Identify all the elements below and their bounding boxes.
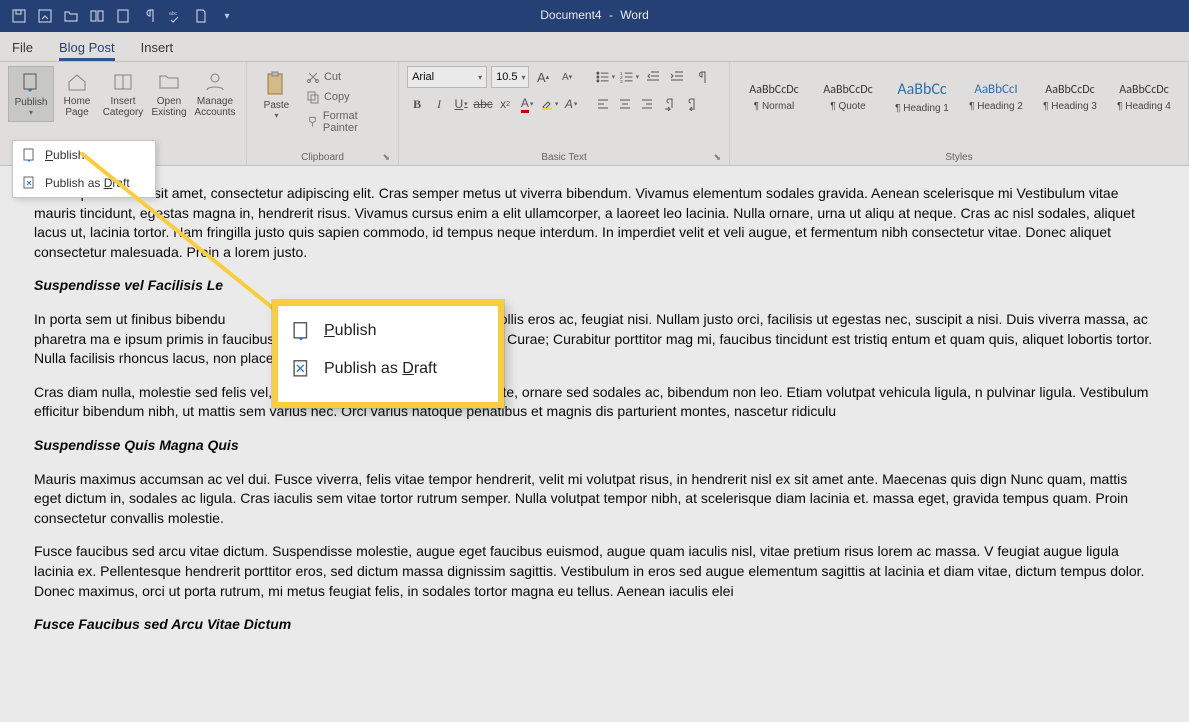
subscript-icon[interactable]: x2 <box>495 94 515 114</box>
paragraph: Lorem ipsum dolor sit amet, consectetur … <box>34 184 1155 262</box>
heading: Fusce Faucibus sed Arcu Vitae Dictum <box>34 615 1155 635</box>
paragraph: Mauris maximus accumsan ac vel dui. Fusc… <box>34 470 1155 529</box>
style---quote[interactable]: AaBbCcDc¶ Quote <box>812 66 884 128</box>
paragraph: In porta sem ut finibus bibenduas, molli… <box>34 310 1155 369</box>
shrink-font-icon[interactable]: A▾ <box>557 67 577 87</box>
align-right-icon[interactable] <box>637 94 657 114</box>
insert-category-button[interactable]: Insert Category <box>100 66 146 122</box>
style---heading-1[interactable]: AaBbCc¶ Heading 1 <box>886 66 958 128</box>
grow-font-icon[interactable]: A▴ <box>533 67 553 87</box>
group-basic-text: Arial▾ 10.5▾ A▴ A▾ ▾ 123▾ B I U▾ abc x2 … <box>399 62 730 165</box>
copy-button[interactable]: Copy <box>306 90 390 104</box>
style---heading-4[interactable]: AaBbCcDc¶ Heading 4 <box>1108 66 1180 128</box>
rtl-icon[interactable] <box>681 94 701 114</box>
bullets-icon[interactable]: ▾ <box>595 67 615 87</box>
open-icon[interactable] <box>58 3 84 29</box>
paragraph-mark-toggle-icon[interactable] <box>691 67 711 87</box>
ribbon: Publish ▾ Home Page Insert Category Open… <box>0 62 1189 166</box>
manage-accounts-button[interactable]: Manage Accounts <box>192 66 238 122</box>
publish-label-rest: ublish <box>53 148 84 162</box>
save-send-icon[interactable] <box>32 3 58 29</box>
open-existing-button[interactable]: Open Existing <box>146 66 192 122</box>
svg-text:abc: abc <box>169 11 178 17</box>
paragraph: Fusce faucibus sed arcu vitae dictum. Su… <box>34 542 1155 601</box>
decrease-indent-icon[interactable] <box>643 67 663 87</box>
publish-menu-item[interactable]: Publish <box>13 141 155 169</box>
group-label-styles: Styles <box>945 152 972 163</box>
increase-indent-icon[interactable] <box>667 67 687 87</box>
italic-icon[interactable]: I <box>429 94 449 114</box>
new-doc-icon[interactable] <box>188 3 214 29</box>
ribbon-tabs: File Blog Post Insert <box>0 32 1189 62</box>
tab-blog-post[interactable]: Blog Post <box>59 34 115 61</box>
cut-button[interactable]: Cut <box>306 70 390 84</box>
publish-as-draft-menu-item[interactable]: Publish as Draft <box>13 169 155 197</box>
font-name-select[interactable]: Arial▾ <box>407 66 487 88</box>
heading: Suspendisse Quis Magna Quis <box>34 436 1155 456</box>
align-center-icon[interactable] <box>615 94 635 114</box>
quick-access-toolbar: abc ▾ Document4 - Word <box>0 0 1189 32</box>
paste-button[interactable]: Paste ▾ <box>255 66 298 124</box>
home-page-button[interactable]: Home Page <box>54 66 100 122</box>
clipboard-launcher-icon[interactable]: ⬊ <box>383 152 391 163</box>
paragraph: Cras diam nulla, molestie sed felis vel,… <box>34 383 1155 422</box>
align-left-icon[interactable] <box>593 94 613 114</box>
heading: Suspendisse vel Facilisis Le <box>34 276 1155 296</box>
style---normal[interactable]: AaBbCcDc¶ Normal <box>738 66 810 128</box>
font-color-icon[interactable]: A▾ <box>517 94 537 114</box>
font-size-select[interactable]: 10.5▾ <box>491 66 529 88</box>
highlight-icon[interactable]: ▾ <box>539 94 559 114</box>
basictext-launcher-icon[interactable]: ⬊ <box>713 152 721 163</box>
group-label-clipboard: Clipboard <box>301 152 344 163</box>
publish-menu-item-zoom[interactable]: Publish <box>282 312 494 350</box>
publish-as-draft-menu-item-zoom[interactable]: Publish as Draft <box>282 350 494 388</box>
publish-dropdown: Publish Publish as Draft <box>12 140 156 198</box>
document-body[interactable]: Lorem ipsum dolor sit amet, consectetur … <box>0 166 1189 667</box>
save-icon[interactable] <box>6 3 32 29</box>
spellcheck-icon[interactable]: abc <box>162 3 188 29</box>
window-title: Document4 - Word <box>538 8 651 22</box>
publish-button[interactable]: Publish ▾ <box>8 66 54 122</box>
bold-icon[interactable]: B <box>407 94 427 114</box>
numbering-icon[interactable]: 123▾ <box>619 67 639 87</box>
strikethrough-icon[interactable]: abc <box>473 94 493 114</box>
underline-icon[interactable]: U▾ <box>451 94 471 114</box>
style---heading-3[interactable]: AaBbCcDc¶ Heading 3 <box>1034 66 1106 128</box>
paragraph-mark-icon[interactable] <box>136 3 162 29</box>
style---heading-2[interactable]: AaBbCcI¶ Heading 2 <box>960 66 1032 128</box>
publish-dropdown-zoom: Publish Publish as Draft <box>272 300 504 408</box>
group-clipboard: Paste ▾ Cut Copy Format Painter Clipboar… <box>247 62 399 165</box>
new-blog-icon[interactable] <box>84 3 110 29</box>
blank-icon[interactable] <box>110 3 136 29</box>
tab-file[interactable]: File <box>12 34 33 61</box>
format-painter-button[interactable]: Format Painter <box>306 110 390 134</box>
clear-formatting-icon[interactable]: A▾ <box>561 94 581 114</box>
qat-customize-icon[interactable]: ▾ <box>214 3 240 29</box>
tab-insert[interactable]: Insert <box>141 34 174 61</box>
group-label-basic-text: Basic Text <box>541 152 586 163</box>
group-styles: AaBbCcDc¶ NormalAaBbCcDc¶ QuoteAaBbCc¶ H… <box>730 62 1189 165</box>
svg-text:3: 3 <box>620 79 623 85</box>
ltr-icon[interactable] <box>659 94 679 114</box>
